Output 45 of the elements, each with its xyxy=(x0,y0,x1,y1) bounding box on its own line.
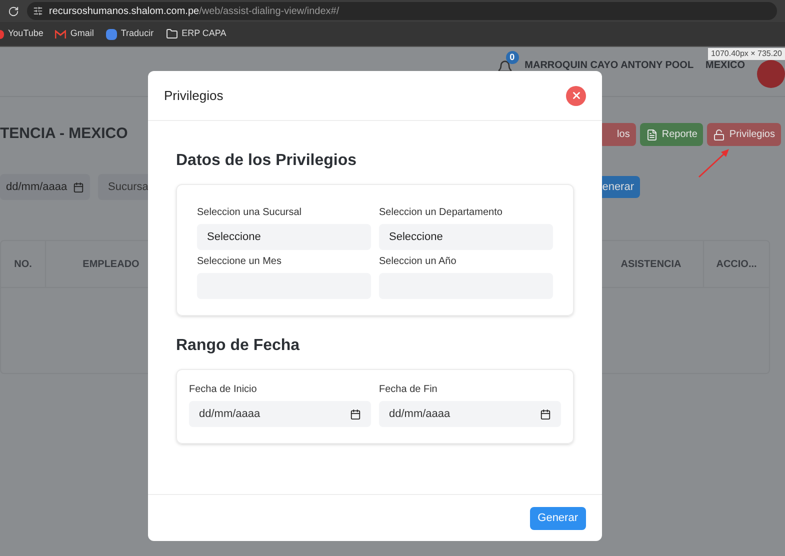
toolbar-button[interactable]: Privilegios xyxy=(707,123,781,146)
column-header: ACCIO... xyxy=(715,258,758,272)
url-text: recursoshumanos.shalom.com.pe/web/assist-dialing-view/index#/ xyxy=(49,4,340,18)
document-icon xyxy=(646,128,658,140)
date-filter[interactable]: dd/mm/aaaa xyxy=(0,174,90,200)
field-label: Seleccione un Mes xyxy=(197,255,282,268)
toolbar-button[interactable]: los xyxy=(599,123,636,146)
date-field[interactable]: dd/mm/aaaa xyxy=(379,401,561,427)
calendar-icon xyxy=(540,408,551,420)
field-label: Seleccion un Departamento xyxy=(379,206,504,219)
notification-badge: 0 xyxy=(506,51,519,64)
close-button[interactable] xyxy=(566,86,586,106)
bookmark[interactable]: ERP CAPA xyxy=(166,27,226,41)
country-label: MEXICO xyxy=(706,60,745,71)
section-title: Rango de Fecha xyxy=(176,336,301,356)
close-icon xyxy=(570,90,582,101)
field-label: Seleccion un Año xyxy=(379,255,458,268)
mail-icon xyxy=(55,30,66,38)
site-settings-icon xyxy=(33,6,43,16)
reload-icon[interactable] xyxy=(8,6,19,16)
column-header: EMPLEADO xyxy=(82,258,140,272)
annotation-arrow xyxy=(697,147,731,179)
field-label: Fecha de Inicio xyxy=(189,383,258,396)
avatar[interactable] xyxy=(757,60,785,88)
play-icon xyxy=(0,30,4,38)
toolbar-button[interactable]: Reporte xyxy=(640,123,704,146)
page-title: TENCIA - MEXICO xyxy=(0,124,128,144)
address-bar[interactable]: recursoshumanos.shalom.com.pe/web/assist-dialing-view/index#/ xyxy=(27,2,777,20)
calendar-icon xyxy=(73,182,84,192)
select-field[interactable]: Seleccione xyxy=(197,224,371,250)
bookmark[interactable]: YouTube xyxy=(0,27,44,41)
field-label: Seleccion una Sucursal xyxy=(197,206,303,219)
dimension-tooltip: 1070.40px × 735.20 xyxy=(708,48,785,60)
select-field[interactable]: Seleccione xyxy=(379,224,553,250)
bookmark[interactable]: Traducir xyxy=(106,27,154,41)
section-title: Datos de los Privilegios xyxy=(176,151,358,171)
calendar-icon xyxy=(350,408,361,420)
column-header: NO. xyxy=(1,241,46,287)
date-field[interactable]: dd/mm/aaaa xyxy=(189,401,371,427)
bookmark[interactable]: Gmail xyxy=(55,27,94,41)
field-label: Fecha de Fin xyxy=(379,383,438,396)
folder-icon xyxy=(166,28,178,40)
modal-title: Privilegios xyxy=(164,86,224,105)
user-name: MARROQUIN CAYO ANTONY POOL xyxy=(524,60,694,71)
unlock-icon xyxy=(713,128,726,140)
